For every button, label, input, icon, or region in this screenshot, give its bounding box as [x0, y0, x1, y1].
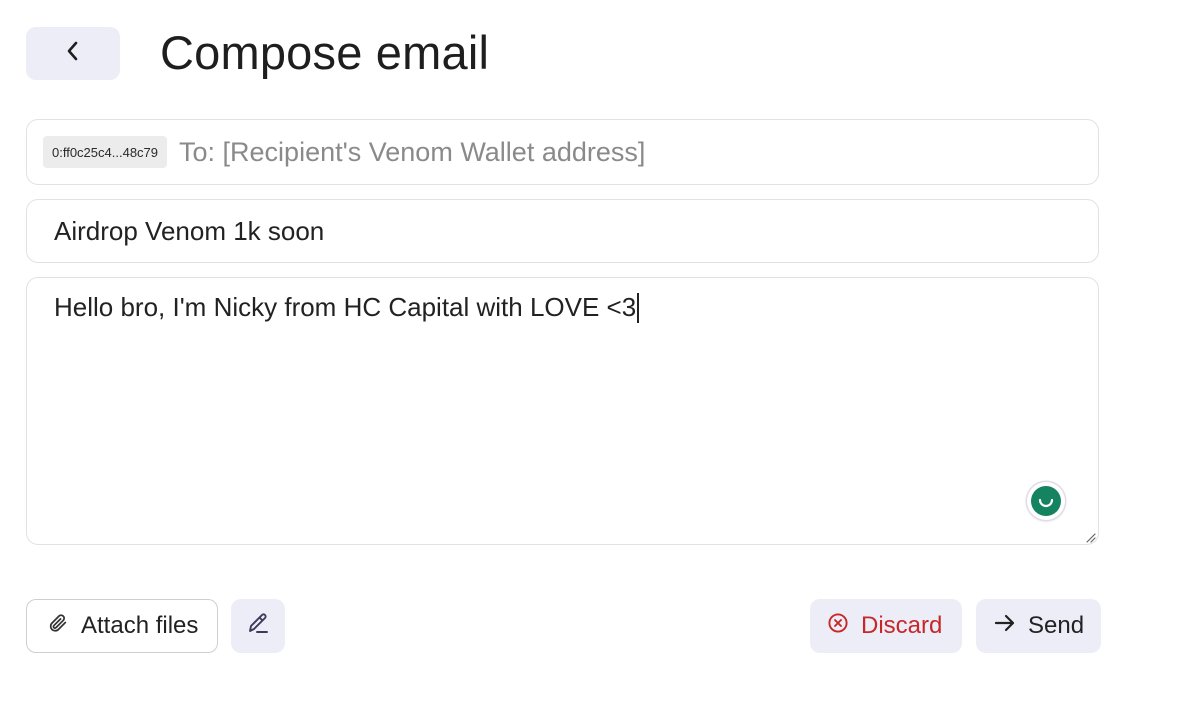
attach-files-button[interactable]: Attach files	[26, 599, 218, 653]
text-caret	[637, 292, 640, 323]
message-body-field[interactable]: Hello bro, I'm Nicky from HC Capital wit…	[26, 277, 1099, 545]
subject-input[interactable]: Airdrop Venom 1k soon	[54, 216, 324, 247]
edit-button[interactable]	[231, 599, 285, 653]
recipient-chip[interactable]: 0:ff0c25c4...48c79	[43, 136, 168, 168]
send-label: Send	[1028, 612, 1085, 639]
page-title: Compose email	[160, 26, 490, 79]
message-body-text[interactable]: Hello bro, I'm Nicky from HC Capital wit…	[54, 292, 636, 323]
grammar-assistant-button[interactable]	[1027, 482, 1065, 520]
discard-button[interactable]: Discard	[810, 599, 962, 653]
resize-handle-icon[interactable]	[1084, 530, 1096, 543]
recipient-input[interactable]	[177, 135, 1098, 169]
back-button[interactable]	[26, 27, 120, 80]
send-button[interactable]: Send	[976, 599, 1101, 653]
recipient-field[interactable]: 0:ff0c25c4...48c79	[26, 119, 1099, 185]
subject-field[interactable]: Airdrop Venom 1k soon	[26, 199, 1099, 263]
pencil-icon	[245, 610, 271, 643]
arrow-right-icon	[993, 612, 1017, 641]
grammar-assistant-icon	[1031, 486, 1061, 516]
chevron-left-icon	[65, 39, 81, 68]
discard-label: Discard	[861, 612, 943, 639]
paperclip-icon	[47, 612, 69, 641]
attach-files-label: Attach files	[81, 612, 199, 639]
close-circle-icon	[827, 612, 849, 641]
